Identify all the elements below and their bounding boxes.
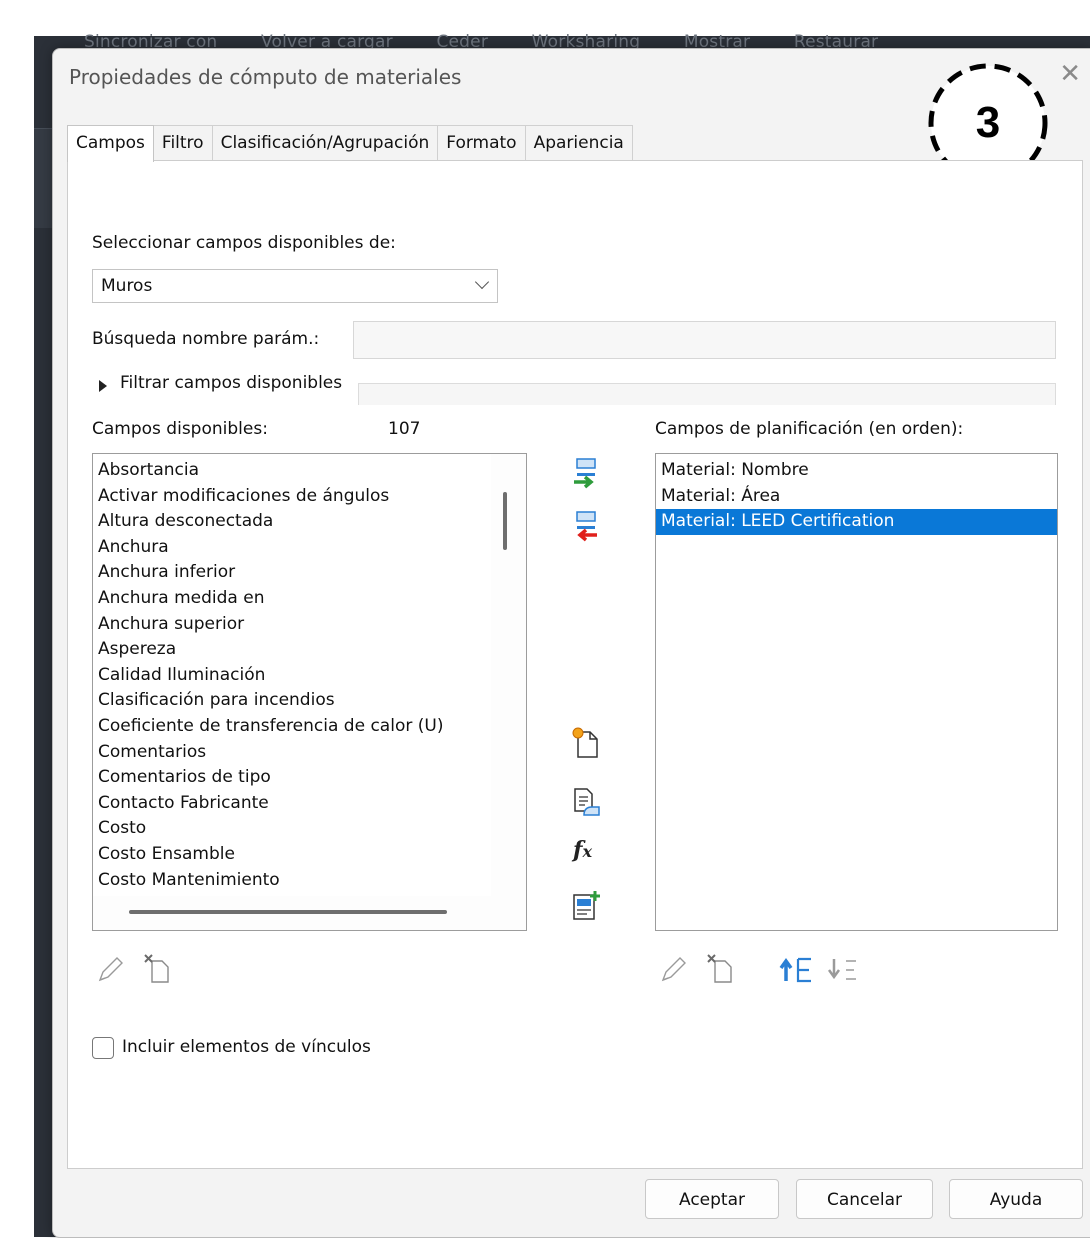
list-item[interactable]: Activar modificaciones de ángulos: [93, 484, 491, 510]
dialog-title: Propiedades de cómputo de materiales: [69, 65, 462, 89]
chevron-down-icon: [474, 274, 490, 290]
list-item[interactable]: Aspereza: [93, 637, 491, 663]
close-icon[interactable]: ✕: [1059, 61, 1081, 87]
list-item[interactable]: Comentarios: [93, 740, 491, 766]
list-item[interactable]: Anchura: [93, 535, 491, 561]
search-label: Búsqueda nombre parám.:: [92, 329, 320, 349]
edit-pencil-icon[interactable]: [658, 951, 690, 985]
list-item[interactable]: Altura desconectada: [93, 509, 491, 535]
fields-tab-panel: Seleccionar campos disponibles de: Muros…: [67, 160, 1083, 1169]
new-parameter-icon[interactable]: [570, 726, 602, 760]
list-item[interactable]: Clasificación para incendios: [93, 688, 491, 714]
select-source-label: Seleccionar campos disponibles de:: [92, 233, 396, 253]
horizontal-scrollbar[interactable]: [129, 910, 447, 914]
list-item[interactable]: Costo Mantenimiento: [93, 868, 491, 894]
list-item[interactable]: Coeficiente de transferencia de calor (U…: [93, 714, 491, 740]
vertical-scrollbar[interactable]: [503, 492, 507, 550]
list-item[interactable]: Anchura superior: [93, 612, 491, 638]
cancel-button[interactable]: Cancelar: [796, 1179, 933, 1219]
list-item[interactable]: Costo: [93, 816, 491, 842]
list-item-selected[interactable]: Material: LEED Certification: [656, 509, 1057, 535]
add-field-icon[interactable]: [571, 456, 601, 490]
parameter-search-input[interactable]: [353, 321, 1056, 359]
help-button[interactable]: Ayuda: [949, 1179, 1083, 1219]
scheduled-fields-list[interactable]: Material: Nombre Material: Área Material…: [655, 453, 1058, 931]
filter-group-frame: [358, 383, 1056, 405]
remove-field-icon[interactable]: [571, 509, 601, 543]
list-item[interactable]: Absortancia: [93, 458, 491, 484]
available-fields-label: Campos disponibles:: [92, 419, 268, 439]
tab-apariencia[interactable]: Apariencia: [524, 125, 633, 161]
combine-parameters-icon[interactable]: [571, 889, 601, 923]
category-select-value: Muros: [101, 276, 153, 296]
include-links-label: Incluir elementos de vínculos: [122, 1037, 371, 1057]
available-fields-list[interactable]: Absortancia Activar modificaciones de án…: [92, 453, 527, 931]
include-links-checkbox[interactable]: [92, 1037, 114, 1059]
edit-parameter-icon[interactable]: [570, 785, 602, 819]
scheduled-fields-label: Campos de planificación (en orden):: [655, 419, 964, 439]
ok-button[interactable]: Aceptar: [645, 1179, 779, 1219]
tab-formato[interactable]: Formato: [437, 125, 526, 161]
delete-parameter-icon[interactable]: [703, 951, 737, 985]
tab-strip: Campos Filtro Clasificación/Agrupación F…: [67, 125, 633, 162]
tab-campos[interactable]: Campos: [67, 125, 154, 162]
tab-clasificacion-agrupacion[interactable]: Clasificación/Agrupación: [211, 125, 439, 161]
edit-pencil-icon[interactable]: [95, 951, 127, 985]
vertical-scroll-track: [491, 454, 526, 930]
filter-available-fields-toggle[interactable]: Filtrar campos disponibles: [120, 373, 347, 393]
list-item[interactable]: Comentarios de tipo: [93, 765, 491, 791]
move-down-icon[interactable]: [826, 953, 864, 985]
expand-triangle-icon[interactable]: [99, 380, 107, 392]
list-item[interactable]: Contacto Fabricante: [93, 791, 491, 817]
material-takeoff-properties-dialog: Propiedades de cómputo de materiales ✕ 3…: [52, 48, 1090, 1238]
list-item[interactable]: Material: Área: [656, 484, 1057, 510]
list-item[interactable]: Anchura medida en: [93, 586, 491, 612]
list-item[interactable]: Anchura inferior: [93, 560, 491, 586]
tab-filtro[interactable]: Filtro: [152, 125, 213, 161]
list-item[interactable]: Costo Ensamble: [93, 842, 491, 868]
available-fields-count: 107: [388, 419, 421, 439]
category-select[interactable]: Muros: [92, 269, 498, 303]
list-item[interactable]: Calidad Iluminación: [93, 663, 491, 689]
move-up-icon[interactable]: [778, 953, 816, 985]
list-item[interactable]: Material: Nombre: [656, 458, 1057, 484]
delete-parameter-icon[interactable]: [140, 951, 174, 985]
formula-icon[interactable]: fx: [573, 837, 592, 863]
